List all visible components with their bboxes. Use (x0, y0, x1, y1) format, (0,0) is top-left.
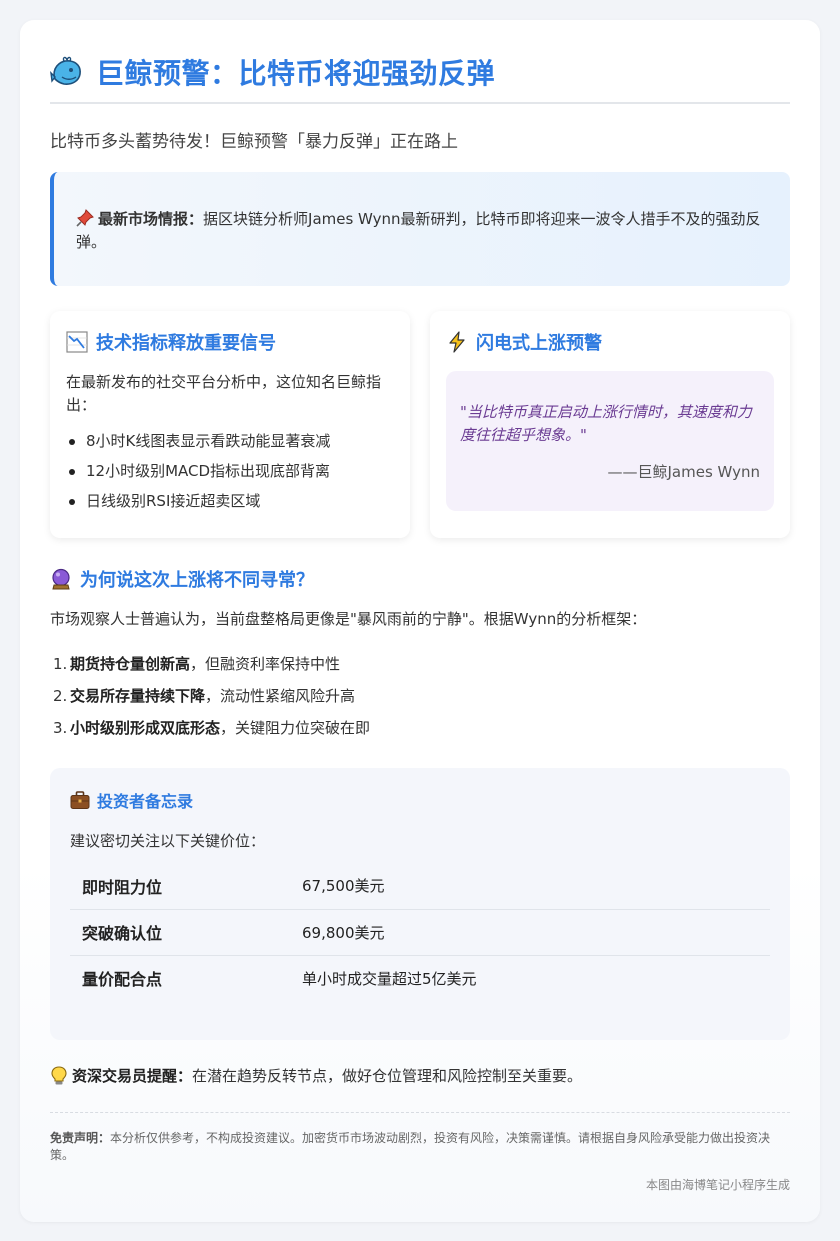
article-card: 巨鲸预警：比特币将迎强劲反弹 比特币多头蓄势待发！巨鲸预警「暴力反弹」正在路上 … (20, 20, 820, 1222)
title-divider (50, 102, 790, 104)
crystal-ball-icon (52, 568, 70, 590)
why-text: 市场观察人士普遍认为，当前盘整格局更像是"暴风雨前的宁静"。根据Wynn的分析框… (50, 610, 647, 628)
lightning-icon (449, 331, 465, 353)
disclaimer: 免责声明：本分析仅供参考，不构成投资建议。加密货币市场波动剧烈，投资有风险，决策… (50, 1130, 790, 1164)
trader-tip: 资深交易员提醒： 在潜在趋势反转节点，做好仓位管理和风险控制至关重要。 (50, 1065, 582, 1086)
memo-heading: 投资者备忘录 (97, 792, 194, 811)
pushpin-icon (76, 209, 94, 227)
quote-box: "当比特币真正启动上涨行情时，其速度和力度往往超乎想象。" ——巨鲸James … (446, 371, 774, 511)
page-title: 巨鲸预警：比特币将迎强劲反弹 (96, 57, 496, 90)
warning-heading: 闪电式上涨预警 (476, 333, 602, 354)
memo-text: 建议密切关注以下关键价位： (70, 832, 266, 850)
investor-memo: 投资者备忘录 建议密切关注以下关键价位： 即时阻力位 67,500美元 突破确认… (50, 768, 790, 1040)
why-heading: 为何说这次上涨将不同寻常？ (80, 570, 314, 591)
generated-by-note: 本图由海博笔记小程序生成 (645, 1178, 790, 1192)
list-item: 12小时级别MACD指标出现底部背离 (66, 456, 396, 486)
why-header: 为何说这次上涨将不同寻常？ (50, 566, 314, 592)
list-item: 2. 交易所存量持续下降，流动性紧缩风险升高 (53, 687, 356, 705)
price-table: 即时阻力位 67,500美元 突破确认位 69,800美元 量价配合点 单小时成… (70, 863, 770, 1001)
intel-label: 最新市场情报： (98, 210, 204, 228)
list-item: 日线级别RSI接近超卖区域 (66, 486, 396, 516)
table-cell-key: 量价配合点 (82, 970, 163, 990)
table-cell-key: 突破确认位 (70, 909, 302, 956)
memo-header: 投资者备忘录 (70, 788, 193, 812)
signals-intro: 在最新发布的社交平台分析中，这位知名巨鲸指出： (66, 373, 382, 414)
warning-header: 闪电式上涨预警 (446, 329, 602, 355)
warning-card: 闪电式上涨预警 "当比特币真正启动上涨行情时，其速度和力度往往超乎想象。" ——… (430, 311, 790, 538)
tip-text: 在潜在趋势反转节点，做好仓位管理和风险控制至关重要。 (192, 1067, 583, 1085)
subtitle: 比特币多头蓄势待发！巨鲸预警「暴力反弹」正在路上 (50, 132, 458, 152)
table-cell-value: 67,500美元 (302, 863, 770, 910)
table-cell-key: 即时阻力位 (70, 863, 302, 910)
quote-text: "当比特币真正启动上涨行情时，其速度和力度往往超乎想象。" (460, 403, 752, 444)
lightbulb-icon (51, 1065, 67, 1084)
briefcase-icon (70, 791, 90, 809)
table-row: 突破确认位 69,800美元 (70, 909, 770, 956)
tip-label: 资深交易员提醒： (72, 1067, 193, 1085)
list-item: 8小时K线图表显示看跌动能显著衰减 (66, 426, 396, 456)
table-cell-value: 69,800美元 (302, 909, 770, 956)
signals-card: 技术指标释放重要信号 在最新发布的社交平台分析中，这位知名巨鲸指出： 8小时K线… (50, 311, 410, 538)
table-row: 即时阻力位 67,500美元 (70, 863, 770, 910)
whale-icon (50, 56, 81, 85)
signals-list: 8小时K线图表显示看跌动能显著衰减 12小时级别MACD指标出现底部背离 日线级… (66, 426, 396, 516)
signals-heading: 技术指标释放重要信号 (96, 333, 276, 354)
title-row: 巨鲸预警：比特币将迎强劲反弹 (50, 52, 495, 92)
list-item: 1. 期货持仓量创新高，但融资利率保持中性 (53, 655, 341, 673)
why-list: 1. 期货持仓量创新高，但融资利率保持中性 2. 交易所存量持续下降，流动性紧缩风险… (50, 648, 790, 744)
chart-decreasing-icon (66, 331, 88, 353)
list-item: 3. 小时级别形成双底形态，关键阻力位突破在即 (53, 719, 371, 737)
disclaimer-text: 本分析仅供参考，不构成投资建议。加密货币市场波动剧烈，投资有风险，决策需谨慎。请… (50, 1131, 771, 1162)
signals-header: 技术指标释放重要信号 (66, 329, 276, 355)
disclaimer-divider (50, 1112, 790, 1113)
market-intel-box: 最新市场情报：据区块链分析师James Wynn最新研判，比特币即将迎来一波令人… (50, 172, 790, 286)
disclaimer-label: 免责声明： (50, 1131, 111, 1145)
table-row: 量价配合点 单小时成交量超过5亿美元 (70, 955, 770, 1001)
quote-author: ——巨鲸James Wynn (607, 463, 761, 481)
table-cell-value: 单小时成交量超过5亿美元 (302, 969, 477, 988)
